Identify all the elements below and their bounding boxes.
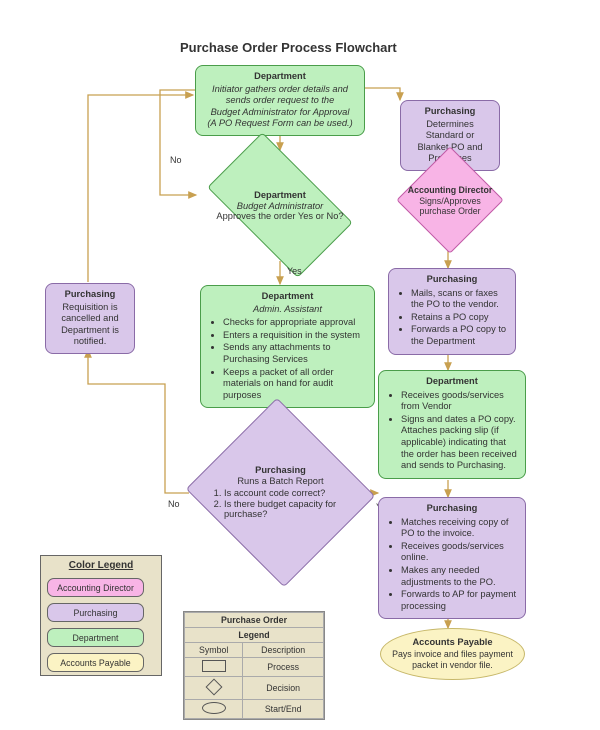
node-acct-director: Accounting Director Signs/Approves purch…	[398, 148, 502, 252]
node-dept-receives: Department Receives goods/services from …	[378, 370, 526, 479]
node-dept-initiator: Department Initiator gathers order detai…	[195, 65, 365, 136]
node-purch-mail: Purchasing Mails, scans or faxes the PO …	[388, 268, 516, 355]
symbol-ellipse-icon	[202, 702, 226, 714]
color-legend: Color Legend Accounting Director Purchas…	[40, 555, 162, 676]
node-purch-match: Purchasing Matches receiving copy of PO …	[378, 497, 526, 619]
node-dept-admin: Department Admin. Assistant Checks for a…	[200, 285, 375, 408]
node-ap-final: Accounts Payable Pays invoice and files …	[380, 628, 525, 680]
symbol-diamond-icon	[205, 679, 222, 696]
label-yes-1: Yes	[287, 266, 302, 276]
label-no-2: No	[168, 499, 180, 509]
node-header: Department	[204, 71, 356, 83]
page-title: Purchase Order Process Flowchart	[180, 40, 397, 55]
label-no-1: No	[170, 155, 182, 165]
shape-legend: Purchase Order Legend SymbolDescription …	[183, 611, 325, 720]
node-purch-cancel: Purchasing Requisition is cancelled and …	[45, 283, 135, 354]
bullet-list: Checks for appropriate approval Enters a…	[209, 317, 366, 401]
node-decision-approve: Department Budget Administrator Approves…	[200, 150, 360, 260]
node-purch-batch: Purchasing Runs a Batch Report Is accoun…	[178, 395, 383, 590]
symbol-rect-icon	[202, 660, 226, 672]
